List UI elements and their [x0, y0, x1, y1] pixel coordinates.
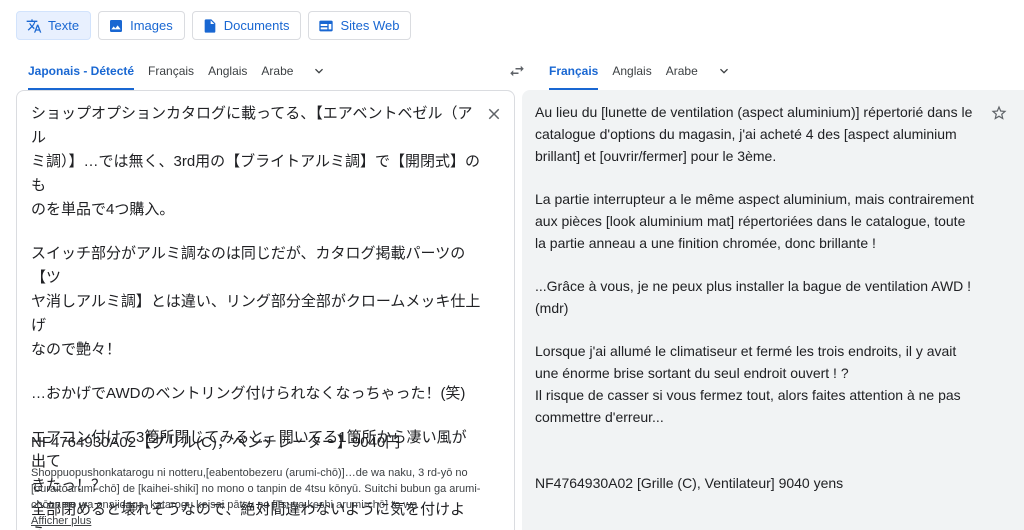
translation-line: Lorsque j'ai allumé le climatiseur et fe… — [535, 343, 957, 359]
source-text-panel[interactable]: ショップオプションカタログに載ってる、【エアベントベゼル（アル ミ調）】…では無… — [16, 90, 515, 530]
romanization-text: Shoppuopushonkatarogu ni notteru,[eabent… — [31, 465, 491, 529]
translation-line: brillant] et [ouvrir/fermer] pour le 3èm… — [535, 148, 777, 164]
source-line: のを単品で4つ購入。 — [31, 201, 175, 218]
mode-websites-button[interactable]: Sites Web — [308, 11, 412, 40]
translation-text: Au lieu du [lunette de ventilation (aspe… — [535, 101, 990, 428]
source-lang-english[interactable]: Anglais — [208, 58, 247, 84]
mode-images-button[interactable]: Images — [98, 11, 185, 40]
target-lang-english[interactable]: Anglais — [612, 58, 651, 84]
source-line: ミ調）】…では無く、3rd用の【ブライトアルミ調】で【開閉式】のも — [31, 153, 481, 194]
translation-panel: Au lieu du [lunette de ventilation (aspe… — [522, 90, 1024, 530]
translation-line: catalogue d'options du magasin, j'ai ach… — [535, 126, 957, 142]
target-language-bar: Français Anglais Arabe — [549, 58, 732, 90]
image-icon — [108, 18, 124, 34]
source-lang-detected[interactable]: Japonais - Détecté — [28, 58, 135, 90]
translation-line: aux pièces [look aluminium mat] répertor… — [535, 213, 966, 229]
source-line: スイッチ部分がアルミ調なのは同じだが、カタログ掲載パーツの【ツ — [31, 245, 466, 286]
translation-line: Il risque de casser si vous fermez tout,… — [535, 387, 961, 403]
translation-product-line: NF4764930A02 [Grille (C), Ventilateur] 9… — [535, 475, 844, 491]
document-icon — [202, 18, 218, 34]
translation-line: commettre d'erreur... — [535, 409, 664, 425]
chevron-down-icon[interactable] — [311, 63, 327, 79]
target-lang-arabic[interactable]: Arabe — [666, 58, 698, 84]
source-lang-arabic[interactable]: Arabe — [261, 58, 293, 84]
website-icon — [318, 18, 334, 34]
swap-languages-icon[interactable] — [508, 62, 526, 80]
mode-text-label: Texte — [48, 18, 80, 33]
mode-documents-label: Documents — [223, 18, 290, 33]
target-lang-french[interactable]: Français — [549, 58, 599, 90]
source-line: …おかげでAWDのベントリング付けられなくなっちゃった！(笑) — [31, 385, 466, 402]
source-language-bar: Japonais - Détecté Français Anglais Arab… — [28, 58, 327, 90]
close-icon[interactable] — [485, 105, 503, 123]
translation-line: La partie interrupteur a le même aspect … — [535, 191, 974, 207]
translation-line: une énorme brise sortant du seul endroit… — [535, 365, 849, 381]
mode-images-label: Images — [130, 18, 173, 33]
mode-toolbar: Texte Images Documents Sites Web — [16, 11, 412, 40]
romanization-content: Shoppuopushonkatarogu ni notteru,[eabent… — [31, 467, 481, 511]
translation-line: la partie anneau a une finition chromée,… — [535, 235, 876, 251]
translation-line: (mdr) — [535, 300, 569, 316]
source-line: ヤ消しアルミ調】とは違い、リング部分全部がクロームメッキ仕上げ — [31, 293, 481, 334]
translation-line: Au lieu du [lunette de ventilation (aspe… — [535, 104, 973, 120]
mode-websites-label: Sites Web — [340, 18, 400, 33]
translation-line: ...Grâce à vous, je ne peux plus install… — [535, 278, 972, 294]
show-more-link[interactable]: Afficher plus — [31, 515, 91, 527]
mode-text-button[interactable]: Texte — [16, 11, 92, 40]
star-icon[interactable] — [990, 104, 1008, 122]
source-line: なので艶々！ — [31, 341, 122, 358]
source-line: ショップオプションカタログに載ってる、【エアベントベゼル（アル — [31, 105, 473, 146]
source-lang-french[interactable]: Français — [148, 58, 194, 84]
chevron-down-icon[interactable] — [716, 63, 732, 79]
mode-documents-button[interactable]: Documents — [191, 11, 302, 40]
source-product-line: NF4764930A02【グリル(C)，ベンチレーター】9040円 — [31, 434, 401, 451]
translate-icon — [26, 18, 42, 34]
